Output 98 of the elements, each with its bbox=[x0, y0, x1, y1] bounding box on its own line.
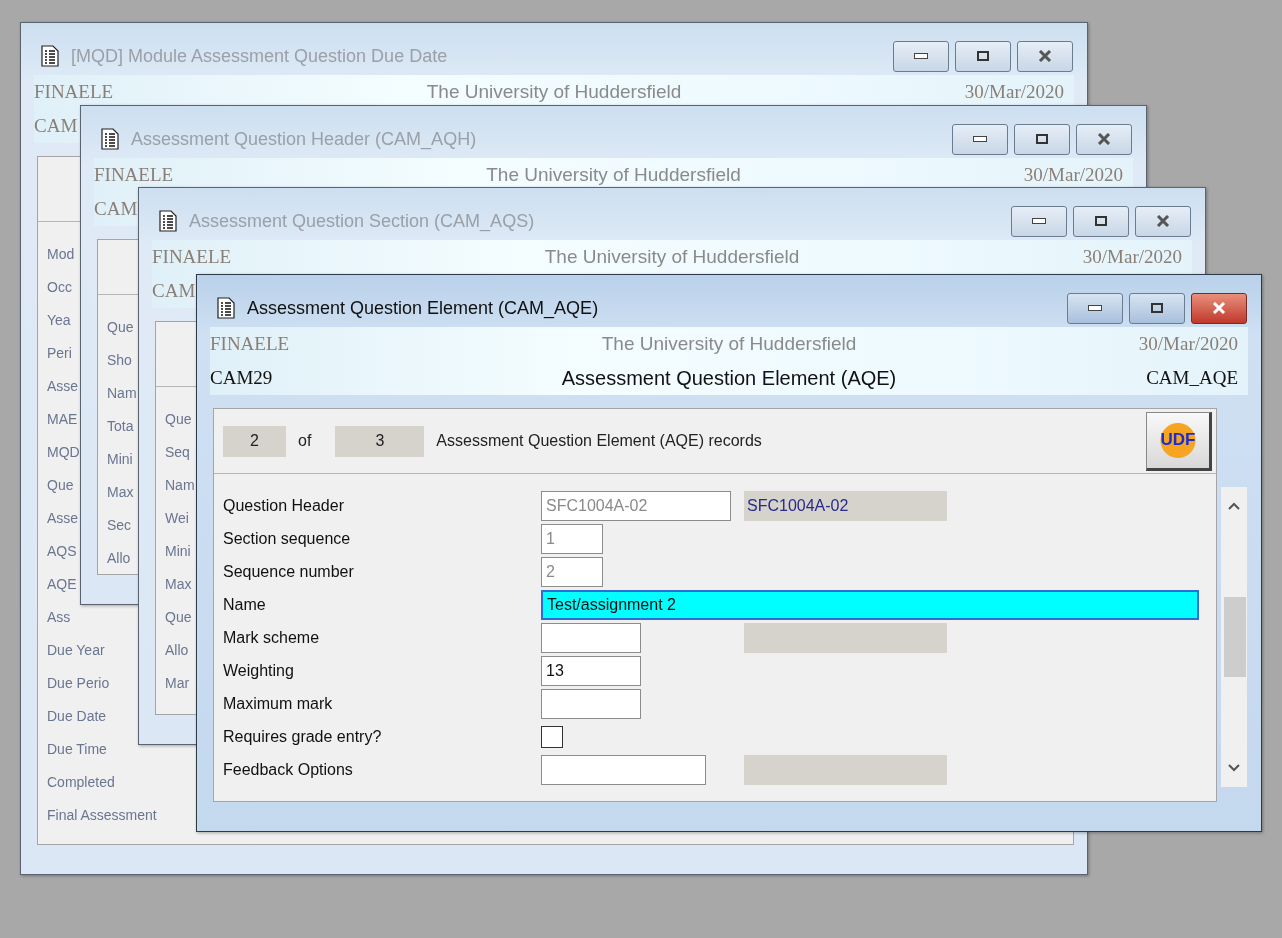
window-title: Assessment Question Section (CAM_AQS) bbox=[189, 210, 536, 232]
field-label: MQD bbox=[47, 443, 80, 460]
field-label: Mini bbox=[165, 542, 191, 559]
document-icon bbox=[101, 128, 119, 150]
field-label: Mark scheme bbox=[223, 628, 321, 647]
institution-name: The University of Huddersfield bbox=[486, 164, 741, 186]
record-count: 3 bbox=[335, 425, 425, 457]
field-label: Requires grade entry? bbox=[223, 727, 383, 746]
udf-button[interactable]: UDF bbox=[1146, 411, 1212, 471]
company-code: FINAELE bbox=[34, 81, 114, 103]
document-icon bbox=[217, 297, 235, 319]
field-label: Seq bbox=[165, 443, 190, 460]
field-label: Mar bbox=[165, 674, 190, 691]
minimize-icon bbox=[973, 136, 987, 142]
field-label: AQE bbox=[47, 575, 77, 592]
input-field[interactable]: 13 bbox=[541, 655, 641, 686]
field-label: Due Date bbox=[47, 707, 107, 724]
field-label: Wei bbox=[165, 509, 189, 526]
company-code: FINAELE bbox=[210, 333, 290, 355]
close-icon bbox=[1156, 215, 1170, 227]
field-label: Due Year bbox=[47, 641, 105, 658]
field-label: Sec bbox=[107, 516, 132, 533]
field-label: Asse bbox=[47, 377, 79, 394]
window-title: Assessment Question Element (CAM_AQE) bbox=[247, 297, 600, 319]
field-label: MAE bbox=[47, 410, 78, 427]
field-label: Que bbox=[47, 476, 74, 493]
field-label: Maximum mark bbox=[223, 694, 334, 713]
field-label: Mini bbox=[107, 450, 133, 467]
field-label: Yea bbox=[47, 311, 71, 328]
scrollbar[interactable] bbox=[1221, 487, 1247, 787]
field-label: Tota bbox=[107, 417, 134, 434]
field-label: Que bbox=[165, 410, 192, 427]
field-label: Section sequence bbox=[223, 529, 352, 548]
field-label: Nam bbox=[107, 384, 137, 401]
system-code: CAM bbox=[34, 115, 78, 137]
system-code: CAM bbox=[152, 280, 196, 302]
date-text: 30/Mar/2020 bbox=[1138, 333, 1239, 355]
record-label: Assessment Question Element (AQE) records bbox=[436, 432, 763, 450]
minimize-icon bbox=[914, 53, 928, 59]
field-label: Due Perio bbox=[47, 674, 110, 691]
field-label: AQS bbox=[47, 542, 77, 559]
maximize-icon bbox=[1151, 303, 1163, 313]
checkbox[interactable] bbox=[541, 725, 563, 748]
field-label: Mod bbox=[47, 245, 75, 262]
date-text: 30/Mar/2020 bbox=[964, 81, 1065, 103]
field-label: Asse bbox=[47, 509, 79, 526]
field-label: Sho bbox=[107, 351, 132, 368]
field-label: Question Header bbox=[223, 496, 345, 515]
close-icon bbox=[1212, 302, 1226, 314]
field-label: Feedback Options bbox=[223, 760, 354, 779]
date-text: 30/Mar/2020 bbox=[1023, 164, 1124, 186]
field-label: Weighting bbox=[223, 661, 295, 680]
field-label: Max bbox=[107, 483, 134, 500]
system-code: CAM29 bbox=[210, 367, 273, 389]
minimize-icon bbox=[1032, 218, 1046, 224]
field-label: Max bbox=[165, 575, 192, 592]
field-label: Sequence number bbox=[223, 562, 355, 581]
field-label: Nam bbox=[165, 476, 195, 493]
record-of-text: of bbox=[298, 432, 312, 450]
field-label: Ass bbox=[47, 608, 71, 625]
minimize-icon bbox=[1088, 305, 1102, 311]
company-code: FINAELE bbox=[94, 164, 174, 186]
field-label: Name bbox=[223, 595, 267, 614]
maximize-icon bbox=[1036, 134, 1048, 144]
date-text: 30/Mar/2020 bbox=[1082, 246, 1183, 268]
maximize-button[interactable] bbox=[1129, 292, 1185, 324]
field-label: Occ bbox=[47, 278, 72, 295]
window-title: Assessment Question Header (CAM_AQH) bbox=[131, 128, 478, 150]
input-field[interactable] bbox=[541, 754, 706, 785]
maximize-icon bbox=[1095, 216, 1107, 226]
field-label: Final Assessment bbox=[47, 806, 157, 823]
close-button[interactable] bbox=[1191, 292, 1247, 324]
institution-name: The University of Huddersfield bbox=[544, 246, 800, 268]
window-title: [MQD] Module Assessment Question Due Date bbox=[71, 45, 449, 67]
document-icon bbox=[159, 210, 177, 232]
field-label: Due Time bbox=[47, 740, 107, 757]
system-code: CAM bbox=[94, 198, 138, 220]
form-title: Assessment Question Element (AQE) bbox=[561, 366, 897, 390]
input-field[interactable]: Test/assignment 2 bbox=[541, 589, 1199, 620]
lookup-field: SFC1004A-02 bbox=[744, 490, 947, 521]
field-label: Allo bbox=[107, 549, 131, 566]
field-label: Completed bbox=[47, 773, 115, 790]
field-label: Peri bbox=[47, 344, 72, 361]
document-icon bbox=[41, 45, 59, 67]
record-number: 2 bbox=[223, 425, 286, 457]
company-code: FINAELE bbox=[152, 246, 232, 268]
close-icon bbox=[1097, 133, 1111, 145]
input-field[interactable] bbox=[541, 622, 641, 653]
field-label: Que bbox=[107, 318, 134, 335]
institution-name: The University of Huddersfield bbox=[601, 333, 857, 355]
close-icon bbox=[1038, 50, 1052, 62]
minimize-button[interactable] bbox=[1067, 292, 1123, 324]
input-field[interactable] bbox=[541, 688, 641, 719]
maximize-icon bbox=[977, 51, 989, 61]
field-label: Que bbox=[165, 608, 192, 625]
institution-name: The University of Huddersfield bbox=[426, 81, 682, 103]
field-label: Allo bbox=[165, 641, 189, 658]
form-code: CAM_AQE bbox=[1146, 367, 1239, 389]
